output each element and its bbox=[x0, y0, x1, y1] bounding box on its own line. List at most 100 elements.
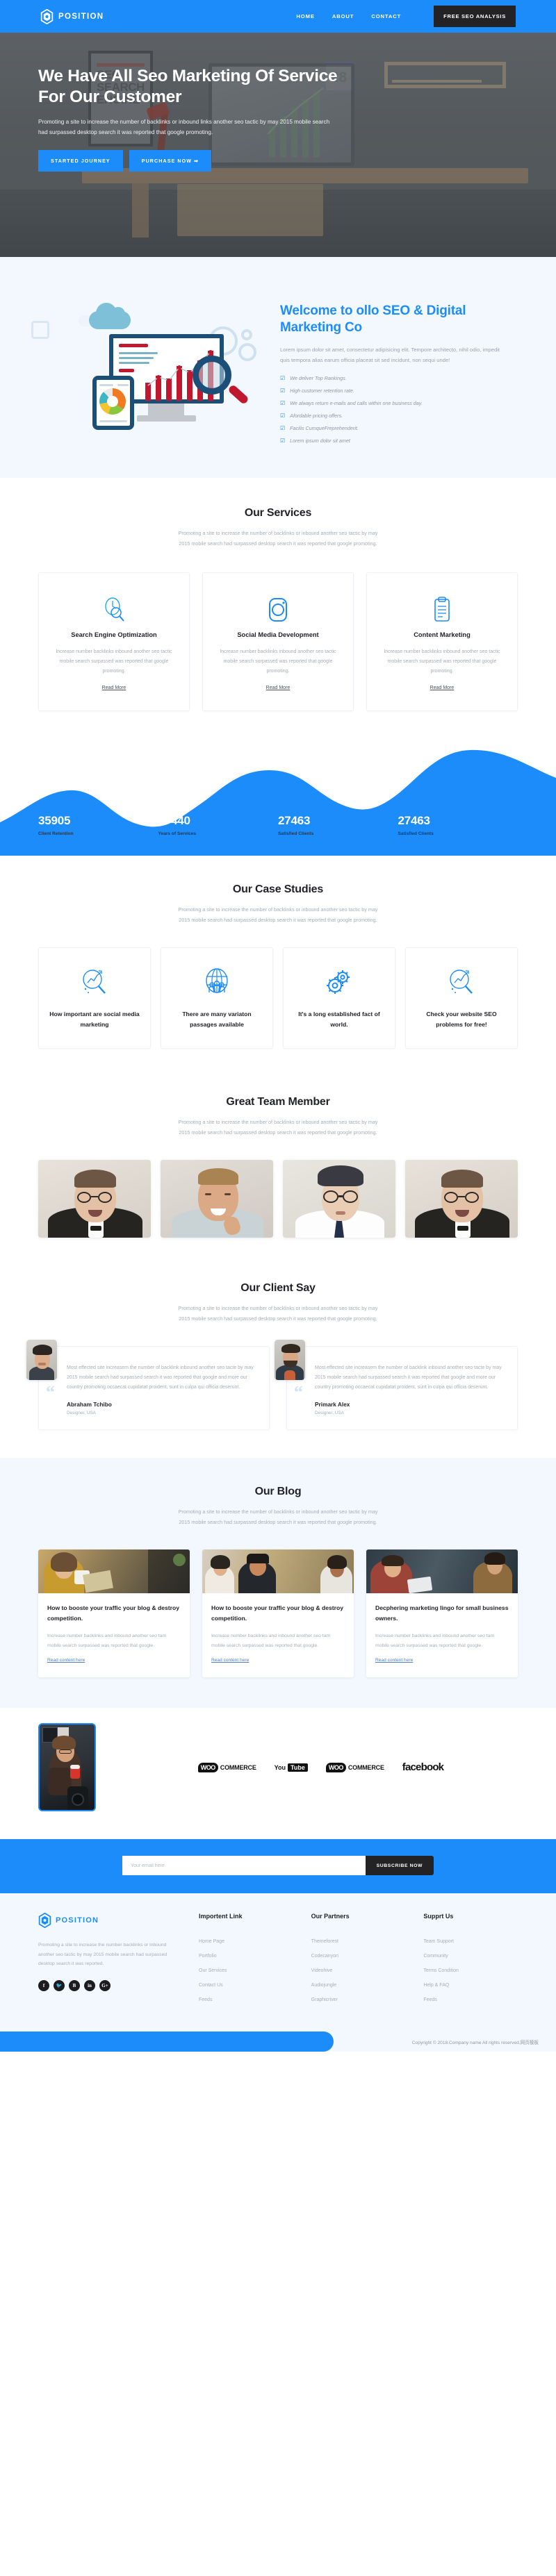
copyright-text: Copyright © 2018.Company name All rights… bbox=[411, 2040, 539, 2045]
service-read-more-link[interactable]: Read More bbox=[266, 685, 291, 690]
service-read-more-link[interactable]: Read More bbox=[430, 685, 455, 690]
nav-item-about[interactable]: ABOUT bbox=[332, 13, 354, 19]
testimonial-text: Most effected site increasem the number … bbox=[315, 1365, 502, 1390]
tablet-illustration bbox=[92, 376, 134, 430]
footer-link[interactable]: Help & FAQ bbox=[423, 1983, 518, 1988]
services-title: Our Services bbox=[244, 507, 312, 519]
team-member-photo-1 bbox=[38, 1160, 151, 1238]
team-member-card[interactable] bbox=[38, 1160, 151, 1238]
purchase-now-button[interactable]: PURCHASE NOW ➡ bbox=[129, 150, 212, 172]
blog-read-link[interactable]: Read content here bbox=[47, 1658, 85, 1663]
service-card[interactable]: Social Media Development Increase number… bbox=[202, 572, 354, 711]
clipboard-icon bbox=[378, 594, 506, 626]
donut-chart-icon bbox=[99, 388, 126, 415]
list-item: ☑ We always return e-mails and calls wit… bbox=[280, 400, 518, 406]
footer-link[interactable]: Themeforest bbox=[311, 1939, 406, 1944]
subscribe-now-button[interactable]: SUBSCRIBE NOW bbox=[365, 1856, 434, 1875]
footer-link[interactable]: Our Services bbox=[199, 1968, 293, 1973]
stat-item: 27463 Satisfied Clients bbox=[398, 814, 518, 836]
check-icon: ☑ bbox=[280, 437, 286, 444]
brand-logo[interactable]: POSITION bbox=[40, 8, 104, 24]
welcome-title: Welcome to ollo SEO & Digital Marketing … bbox=[280, 304, 466, 335]
blog-card[interactable]: Decphering marketing lingo for small bus… bbox=[366, 1549, 518, 1677]
hero-buttons: STARTED JOURNEY PURCHASE NOW ➡ bbox=[38, 150, 518, 172]
blog-photo-woman-reading bbox=[38, 1549, 190, 1593]
service-desc: Increase number backlinks inbound anothe… bbox=[56, 649, 172, 674]
check-icon: ☑ bbox=[280, 412, 286, 419]
footer-link[interactable]: Videohive bbox=[311, 1968, 406, 1973]
blog-photo-friends-cafe bbox=[202, 1549, 354, 1593]
footer-link[interactable]: Terms Condition bbox=[423, 1968, 518, 1973]
team-member-card[interactable] bbox=[405, 1160, 518, 1238]
main-nav: HOME ABOUT CONTACT FREE SEO ANALYSIS bbox=[296, 6, 516, 27]
footer-link[interactable]: Portfolio bbox=[199, 1954, 293, 1959]
youtube-logo-icon: You Tube bbox=[275, 1763, 308, 1772]
footer-column-support-us: Supprt Us Team Support Community Terms C… bbox=[423, 1913, 518, 2012]
twitter-icon[interactable]: 🐦 bbox=[54, 1979, 65, 1991]
avatar bbox=[275, 1340, 305, 1380]
footer-column-important-link: Importent Link Home Page Portfolio Our S… bbox=[199, 1913, 293, 2012]
gear-small-icon bbox=[241, 329, 252, 340]
case-title: Check your website SEO problems for free… bbox=[426, 1011, 497, 1028]
case-card[interactable]: It's a long established fact of world. bbox=[283, 947, 395, 1049]
stat-label: Years of Services bbox=[158, 831, 197, 836]
footer-brand-logo[interactable]: POSITION bbox=[38, 1913, 181, 1928]
puzzle-piece-icon bbox=[31, 321, 49, 339]
facebook-icon[interactable]: f bbox=[38, 1979, 49, 1991]
service-read-more-link[interactable]: Read More bbox=[102, 685, 126, 690]
footer-link[interactable]: Feeds bbox=[199, 1997, 293, 2002]
blog-read-link[interactable]: Read content here bbox=[375, 1658, 413, 1663]
team-section: Great Team Member Promoting a site to in… bbox=[0, 1072, 556, 1258]
welcome-paragraph: Lorem ipsum dolor sit amet, consectetur … bbox=[280, 347, 500, 363]
facebook-logo-icon: facebook bbox=[402, 1761, 444, 1773]
feature-label: We always return e-mails and calls withi… bbox=[290, 400, 423, 406]
team-member-card[interactable] bbox=[283, 1160, 395, 1238]
blog-post-desc: Increase number backlinks and inbound an… bbox=[47, 1634, 167, 1648]
case-title: It's a long established fact of world. bbox=[298, 1011, 380, 1028]
nav-item-contact[interactable]: CONTACT bbox=[371, 13, 401, 19]
stat-value: 27463 bbox=[398, 814, 430, 827]
behance-icon[interactable]: B bbox=[69, 1979, 80, 1991]
footer-link[interactable]: Audiojungle bbox=[311, 1983, 406, 1988]
footer-heading: Our Partners bbox=[311, 1913, 350, 1920]
list-item: ☑ Lorem ipsum dolor sit amet bbox=[280, 438, 518, 444]
service-card[interactable]: Content Marketing Increase number backli… bbox=[366, 572, 518, 711]
free-seo-analysis-button[interactable]: FREE SEO ANALYSIS bbox=[434, 6, 516, 27]
service-name: Content Marketing bbox=[414, 631, 471, 638]
case-card[interactable]: There are many variaton passages availab… bbox=[161, 947, 273, 1049]
blog-card[interactable]: How to booste your traffic your blog & d… bbox=[38, 1549, 190, 1677]
list-item: ☑ High customer retention rate. bbox=[280, 388, 518, 394]
footer-link[interactable]: Feeds bbox=[423, 1997, 518, 2002]
footer-link[interactable]: Contact Us bbox=[199, 1983, 293, 1988]
team-member-card[interactable] bbox=[161, 1160, 273, 1238]
testimonials-title: Our Client Say bbox=[240, 1282, 316, 1294]
site-header: POSITION HOME ABOUT CONTACT FREE SEO ANA… bbox=[0, 0, 556, 33]
newsletter-email-input[interactable] bbox=[122, 1856, 366, 1875]
case-card[interactable]: How important are social media marketing bbox=[38, 947, 151, 1049]
footer-about-text: Promoting a site to increase the number … bbox=[38, 1943, 167, 1966]
started-journey-button[interactable]: STARTED JOURNEY bbox=[38, 150, 123, 172]
blog-card[interactable]: How to booste your traffic your blog & d… bbox=[202, 1549, 354, 1677]
testimonial-role: Designer, USA bbox=[315, 1411, 344, 1415]
blog-read-link[interactable]: Read content here bbox=[211, 1658, 249, 1663]
linkedin-icon[interactable]: in bbox=[84, 1979, 95, 1991]
nav-item-home[interactable]: HOME bbox=[296, 13, 314, 19]
footer-link[interactable]: Graphicriver bbox=[311, 1997, 406, 2002]
quote-icon: “ bbox=[46, 1382, 55, 1402]
youtube-tube-badge: Tube bbox=[288, 1763, 308, 1772]
woocommerce-logo-icon: WOO COMMERCE bbox=[325, 1762, 384, 1772]
google-plus-icon[interactable]: G+ bbox=[99, 1979, 111, 1991]
footer-heading: Supprt Us bbox=[423, 1913, 454, 1920]
service-card[interactable]: Search Engine Optimization Increase numb… bbox=[38, 572, 190, 711]
footer-link[interactable]: Community bbox=[423, 1954, 518, 1959]
footer-link[interactable]: Codecanyon bbox=[311, 1954, 406, 1959]
footer-link[interactable]: Home Page bbox=[199, 1939, 293, 1944]
case-card[interactable]: Check your website SEO problems for free… bbox=[405, 947, 518, 1049]
check-icon: ☑ bbox=[280, 424, 286, 431]
video-thumbnail[interactable] bbox=[38, 1723, 96, 1811]
hero-section: 28 SEO SEARCH ENGINE bbox=[0, 33, 556, 257]
magnifier-analytics-icon bbox=[413, 965, 510, 999]
newsletter-section: SUBSCRIBE NOW bbox=[0, 1839, 556, 1893]
footer-link[interactable]: Team Support bbox=[423, 1939, 518, 1944]
feature-label: Facilis CumqueFreprehenderit. bbox=[290, 425, 359, 431]
